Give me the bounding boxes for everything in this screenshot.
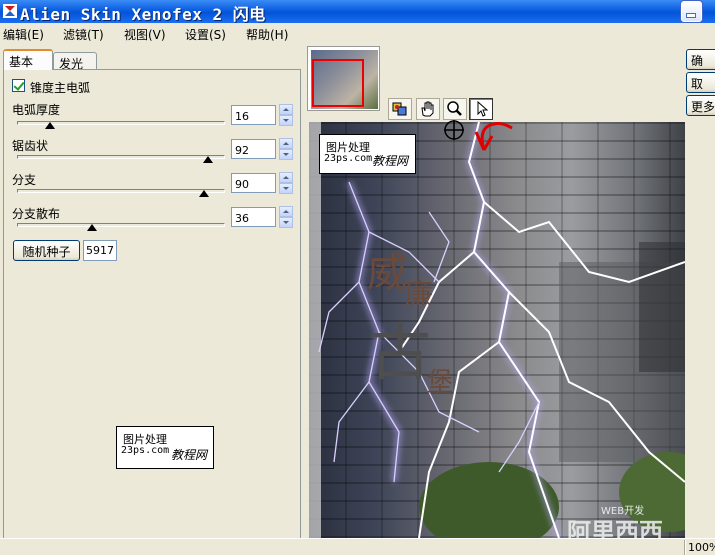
arc-thickness-slider-thumb[interactable] <box>45 122 56 129</box>
status-divider <box>684 540 686 555</box>
jaggedness-input[interactable] <box>231 139 276 159</box>
arc-thickness-label: 电弧厚度 <box>12 103 61 117</box>
jaggedness-slider-track[interactable] <box>17 155 225 159</box>
spin-up-icon[interactable] <box>279 206 293 217</box>
branching-spinner[interactable] <box>279 172 293 194</box>
branch-spread-slider-track[interactable] <box>17 223 225 227</box>
random-seed-button[interactable]: 随机种子 <box>13 240 80 261</box>
canvas-char-wei: 威 <box>367 250 407 296</box>
crosshair-cursor-icon <box>444 120 464 140</box>
site-watermark: 阿里西西 <box>567 518 663 538</box>
viewport-rectangle[interactable] <box>312 59 364 107</box>
ok-button[interactable]: 确 <box>686 49 715 70</box>
canvas-watermark-line2: 23ps.com <box>324 153 373 164</box>
tab-basic[interactable]: 基本 <box>3 49 53 70</box>
branching-slider-thumb[interactable] <box>199 190 210 197</box>
jaggedness-spinner[interactable] <box>279 138 293 160</box>
spin-down-icon[interactable] <box>279 149 293 160</box>
canvas-char-bao: 堡 <box>427 368 454 398</box>
app-logo-icon <box>3 4 17 18</box>
minimize-button[interactable] <box>681 1 702 22</box>
branching-input[interactable] <box>231 173 276 193</box>
watermark-line2: 23ps.com <box>121 445 170 456</box>
arc-thickness-spinner[interactable] <box>279 104 293 126</box>
menu-settings[interactable]: 设置(S) <box>185 26 226 42</box>
status-bar: 100% <box>0 538 715 555</box>
preview-compare-icon <box>392 102 407 116</box>
jaggedness-label: 锯齿状 <box>12 139 49 153</box>
settings-panel: 基本 发光 锥度主电弧 电弧厚度 锯齿状 分支 分支散布 随机种子 5917 图… <box>0 44 302 539</box>
zoom-level: 100% <box>688 541 715 554</box>
preview-canvas[interactable]: 图片处理 教程网 23ps.com 威 廉 古 堡 WEB开发 阿里西西 <box>309 122 685 538</box>
lightning-icon <box>309 122 685 538</box>
preview-compare-button[interactable] <box>388 98 412 120</box>
menu-view[interactable]: 视图(V) <box>124 26 166 42</box>
tapered-arc-label: 锥度主电弧 <box>30 81 91 95</box>
menu-bar: 编辑(E) 滤镜(T) 视图(V) 设置(S) 帮助(H) <box>0 23 715 44</box>
canvas-watermark-stamp: 图片处理 教程网 23ps.com <box>319 134 416 174</box>
title-bar: Alien Skin Xenofex 2 闪电 <box>0 0 715 24</box>
arc-thickness-input[interactable] <box>231 105 276 125</box>
branch-spread-spinner[interactable] <box>279 206 293 228</box>
branch-spread-slider-thumb[interactable] <box>86 224 97 231</box>
spin-up-icon[interactable] <box>279 172 293 183</box>
watermark-cursive: 教程网 <box>171 448 208 462</box>
cancel-button[interactable]: 取 <box>686 72 715 93</box>
spin-down-icon[interactable] <box>279 217 293 228</box>
menu-help[interactable]: 帮助(H) <box>246 26 288 42</box>
navigator-thumbnail[interactable] <box>307 46 380 111</box>
jaggedness-slider-thumb[interactable] <box>203 156 214 163</box>
branch-spread-input[interactable] <box>231 207 276 227</box>
branching-slider-track[interactable] <box>17 189 225 193</box>
watermark-stamp: 图片处理 教程网 23ps.com <box>116 426 214 469</box>
spin-down-icon[interactable] <box>279 183 293 194</box>
canvas-watermark-cursive: 教程网 <box>372 154 409 168</box>
seed-value-field[interactable]: 5917 <box>83 240 117 261</box>
menu-filter[interactable]: 滤镜(T) <box>63 26 104 42</box>
spin-up-icon[interactable] <box>279 138 293 149</box>
branch-spread-label: 分支散布 <box>12 207 61 221</box>
branching-label: 分支 <box>12 173 37 187</box>
window-title: Alien Skin Xenofex 2 闪电 <box>20 5 266 24</box>
dialog-buttons: 确 取 更多 <box>685 44 715 538</box>
tapered-arc-checkbox[interactable] <box>12 79 25 92</box>
canvas-char-gu: 古 <box>369 316 432 389</box>
more-button[interactable]: 更多 <box>686 95 715 116</box>
menu-edit[interactable]: 编辑(E) <box>3 26 44 42</box>
preview-area: 图片处理 教程网 23ps.com 威 廉 古 堡 WEB开发 阿里西西 <box>302 44 685 538</box>
spin-down-icon[interactable] <box>279 115 293 126</box>
spin-up-icon[interactable] <box>279 104 293 115</box>
